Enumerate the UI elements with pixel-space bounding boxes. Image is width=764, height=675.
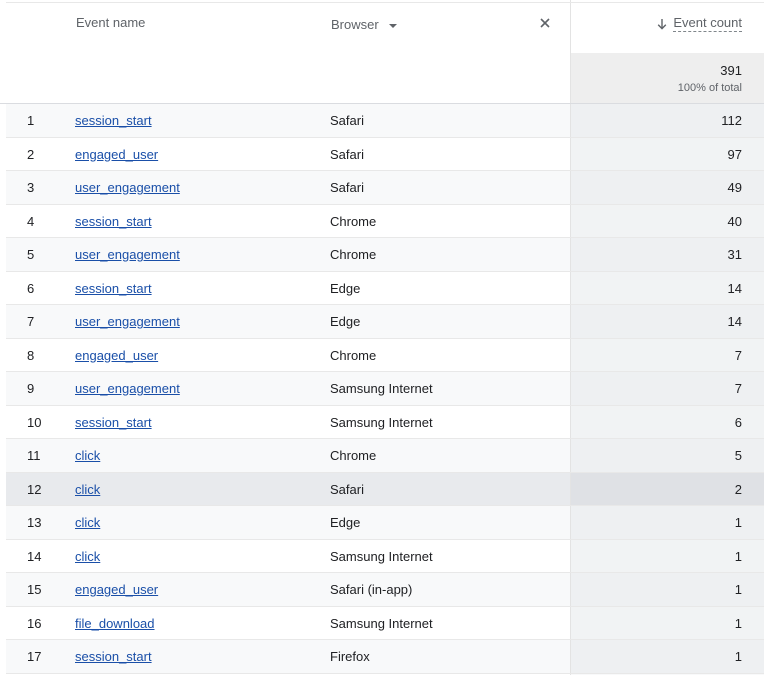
browser-cell: Firefox [330, 649, 370, 664]
event-count-cell: 1 [734, 582, 742, 597]
table-header: Event name Browser Event count 391 100% … [0, 0, 764, 104]
event-name-link[interactable]: file_download [75, 616, 155, 631]
table-row[interactable]: 7 user_engagement Edge 14 [6, 305, 764, 339]
row-index: 16 [27, 615, 42, 631]
event-name-link[interactable]: click [75, 549, 100, 564]
event-name-column-header[interactable]: Event name [76, 15, 145, 30]
browser-cell: Edge [330, 515, 361, 530]
browser-cell: Edge [330, 280, 361, 296]
row-index: 11 [27, 448, 41, 463]
report-table: Event name Browser Event count 391 100% … [0, 0, 764, 675]
row-index: 10 [27, 414, 42, 430]
event-count-cell: 7 [734, 347, 742, 363]
event-count-cell: 14 [727, 314, 742, 329]
event-count-column-header[interactable]: Event count [656, 15, 742, 32]
event-count-cell: 1 [734, 649, 742, 664]
browser-cell: Samsung Internet [330, 615, 433, 631]
arrow-down-icon [658, 18, 667, 30]
browser-cell: Safari [330, 481, 364, 497]
browser-cell: Safari [330, 146, 364, 162]
browser-cell: Chrome [330, 247, 377, 262]
row-index: 6 [27, 280, 35, 296]
browser-cell: Chrome [330, 448, 377, 463]
table-row[interactable]: 4 session_start Chrome 40 [6, 204, 764, 238]
browser-cell: Safari [330, 113, 364, 128]
browser-cell: Safari [330, 180, 364, 195]
event-name-link[interactable]: engaged_user [75, 348, 158, 363]
event-name-link[interactable]: session_start [75, 281, 152, 296]
total-event-count: 391 [720, 63, 742, 78]
caret-down-icon [388, 23, 397, 28]
event-name-link[interactable]: session_start [75, 649, 152, 664]
event-name-link[interactable]: session_start [75, 415, 152, 430]
event-count-cell: 14 [727, 280, 742, 296]
row-index: 7 [27, 314, 35, 329]
event-name-link[interactable]: session_start [75, 113, 152, 128]
browser-dimension-selector[interactable]: Browser [331, 17, 397, 32]
table-row[interactable]: 10 session_start Samsung Internet 6 [6, 405, 764, 439]
event-count-cell: 2 [734, 481, 742, 497]
row-index: 9 [27, 381, 35, 396]
browser-cell: Samsung Internet [330, 414, 433, 430]
table-row[interactable]: 8 engaged_user Chrome 7 [6, 338, 764, 372]
table-row[interactable]: 3 user_engagement Safari 49 [6, 171, 764, 205]
table-body: 1 session_start Safari 112 2 engaged_user Safa… [6, 104, 764, 674]
event-name-link[interactable]: click [75, 448, 100, 463]
table-row[interactable]: 16 file_download Samsung Internet 1 [6, 606, 764, 640]
event-count-cell: 1 [734, 615, 742, 631]
browser-cell: Samsung Internet [330, 381, 433, 396]
browser-cell: Edge [330, 314, 361, 329]
table-row[interactable]: 13 click Edge 1 [6, 506, 764, 540]
event-name-link[interactable]: engaged_user [75, 147, 158, 162]
table-row[interactable]: 1 session_start Safari 112 [6, 104, 764, 138]
event-name-link[interactable]: user_engagement [75, 314, 180, 329]
event-count-cell: 31 [727, 247, 742, 262]
row-index: 17 [27, 649, 42, 664]
event-count-cell: 6 [734, 414, 742, 430]
event-name-link[interactable]: user_engagement [75, 247, 180, 262]
event-name-link[interactable]: user_engagement [75, 381, 180, 396]
event-count-cell: 40 [727, 213, 742, 229]
table-row[interactable]: 6 session_start Edge 14 [6, 271, 764, 305]
close-icon[interactable] [538, 16, 552, 30]
event-name-link[interactable]: click [75, 482, 100, 497]
browser-cell: Chrome [330, 347, 377, 363]
table-row[interactable]: 9 user_engagement Samsung Internet 7 [6, 372, 764, 406]
event-name-link[interactable]: session_start [75, 214, 152, 229]
row-index: 13 [27, 515, 42, 530]
header-top-divider [6, 2, 764, 3]
event-count-label: Event count [673, 15, 742, 32]
browser-cell: Safari (in-app) [330, 582, 413, 597]
table-row[interactable]: 12 click Safari 2 [6, 472, 764, 506]
browser-column-header: Browser [331, 17, 379, 32]
event-count-cell: 49 [727, 180, 742, 195]
event-name-link[interactable]: click [75, 515, 100, 530]
table-row[interactable]: 15 engaged_user Safari (in-app) 1 [6, 573, 764, 607]
table-row[interactable]: 2 engaged_user Safari 97 [6, 137, 764, 171]
event-count-cell: 1 [734, 548, 742, 564]
event-count-cell: 1 [734, 515, 742, 530]
row-index: 4 [27, 213, 35, 229]
row-index: 2 [27, 146, 35, 162]
table-row[interactable]: 14 click Samsung Internet 1 [6, 539, 764, 573]
event-name-link[interactable]: engaged_user [75, 582, 158, 597]
event-count-cell: 5 [734, 448, 742, 463]
browser-cell: Samsung Internet [330, 548, 433, 564]
event-count-cell: 97 [727, 146, 742, 162]
row-index: 3 [27, 180, 35, 195]
event-name-link[interactable]: user_engagement [75, 180, 180, 195]
row-index: 1 [27, 113, 35, 128]
row-index: 14 [27, 548, 42, 564]
table-row[interactable]: 17 session_start Firefox 1 [6, 640, 764, 674]
browser-cell: Chrome [330, 213, 377, 229]
table-row[interactable]: 11 click Chrome 5 [6, 439, 764, 473]
row-index: 15 [27, 582, 42, 597]
event-count-cell: 7 [734, 381, 742, 396]
row-index: 12 [27, 481, 42, 497]
total-percent: 100% of total [677, 82, 742, 94]
table-row[interactable]: 5 user_engagement Chrome 31 [6, 238, 764, 272]
row-index: 8 [27, 347, 35, 363]
event-count-cell: 112 [721, 113, 742, 128]
row-index: 5 [27, 247, 35, 262]
